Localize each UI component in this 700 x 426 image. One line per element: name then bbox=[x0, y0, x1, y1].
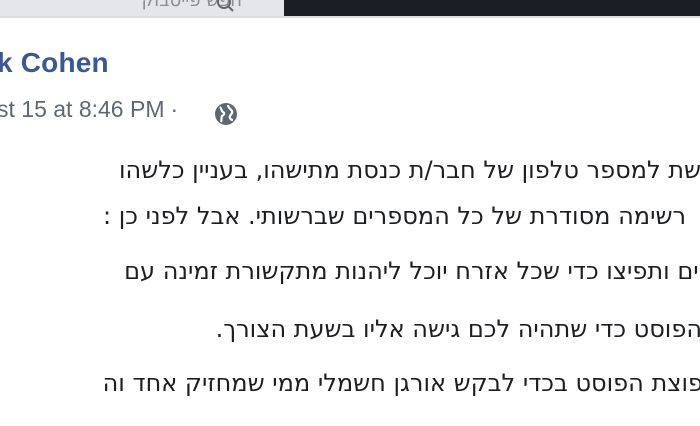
meta-separator: · bbox=[170, 96, 179, 122]
post-author-name[interactable]: k Cohen bbox=[0, 47, 109, 79]
post-text-line: שת למספר טלפון של חבר/ת כנסת מתישהו, בענ… bbox=[118, 156, 700, 184]
post-meta: st 15 at 8:46 PM · bbox=[0, 96, 182, 123]
post-text-line: הפוסט כדי שתהיה לכם גישה אליו בשעת הצורך… bbox=[215, 315, 700, 343]
post-timestamp[interactable]: st 15 at 8:46 PM bbox=[0, 96, 164, 122]
search-input[interactable]: חפש פייסבוק bbox=[0, 0, 284, 16]
search-icon[interactable] bbox=[216, 0, 236, 14]
globe-icon[interactable] bbox=[213, 101, 239, 127]
post-text-line: רשימה מסודרת של כל המספרים שברשותי. אבל … bbox=[103, 202, 686, 230]
header-divider bbox=[0, 16, 700, 18]
post-text-line: פוצת הפוסט בכדי לבקש אורגן חשמלי ממי שמח… bbox=[102, 369, 700, 397]
post-text-line: יים ותפיצו כדי שכל אזרח יוכל ליהנות מתקש… bbox=[124, 257, 700, 285]
top-navigation-bar: חפש פייסבוק bbox=[0, 0, 700, 16]
header-dark-region bbox=[284, 0, 700, 16]
